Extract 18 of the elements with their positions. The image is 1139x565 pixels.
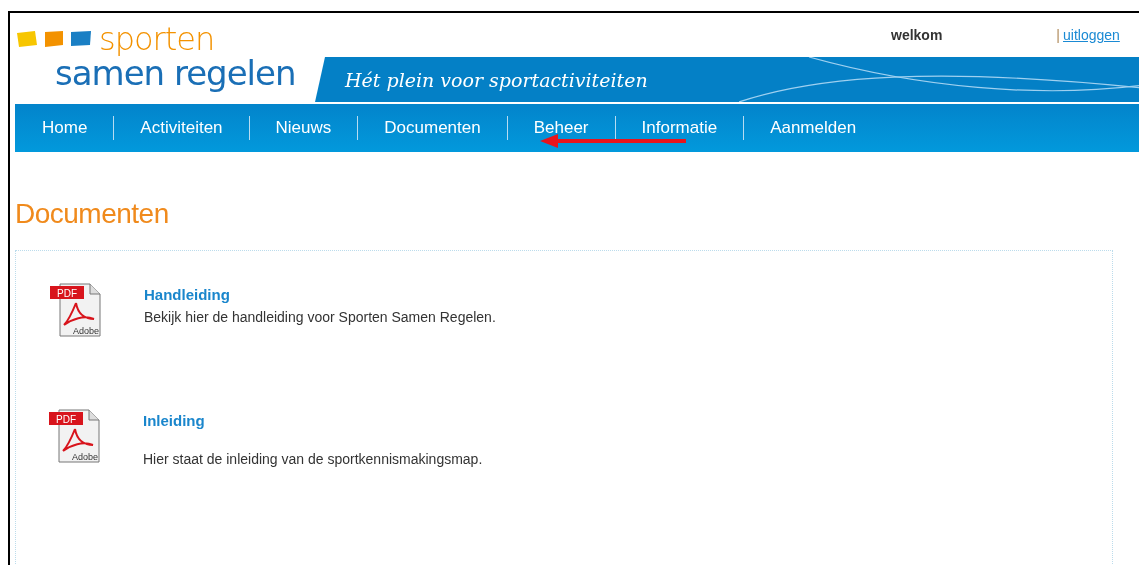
separator: | bbox=[1056, 27, 1060, 43]
nav-item[interactable]: Nieuws bbox=[249, 118, 358, 138]
tagline: Hét plein voor sportactiviteiten bbox=[345, 68, 648, 91]
nav-item[interactable]: Beheer bbox=[507, 118, 615, 138]
nav-item[interactable]: Home bbox=[42, 118, 114, 138]
document-link[interactable]: Inleiding bbox=[143, 412, 483, 429]
document-description: Hier staat de inleiding van de sportkennismakingsmap. bbox=[143, 451, 483, 467]
nav-item[interactable]: Aanmelden bbox=[744, 118, 883, 138]
logo-text: samen regelen bbox=[55, 55, 297, 91]
nav-item[interactable]: Activiteiten bbox=[114, 118, 249, 138]
nav-item[interactable]: Documenten bbox=[358, 118, 507, 138]
logo-text: sporten bbox=[99, 23, 215, 55]
document-link[interactable]: Handleiding bbox=[144, 286, 496, 303]
document-description: Bekijk hier de handleiding voor Sporten Samen Regelen. bbox=[144, 309, 496, 325]
logout-link[interactable]: uitloggen bbox=[1063, 27, 1120, 43]
page-title: Documenten bbox=[15, 198, 170, 230]
nav-item[interactable]: Informatie bbox=[615, 118, 744, 138]
welcome-text: welkom bbox=[891, 26, 943, 43]
